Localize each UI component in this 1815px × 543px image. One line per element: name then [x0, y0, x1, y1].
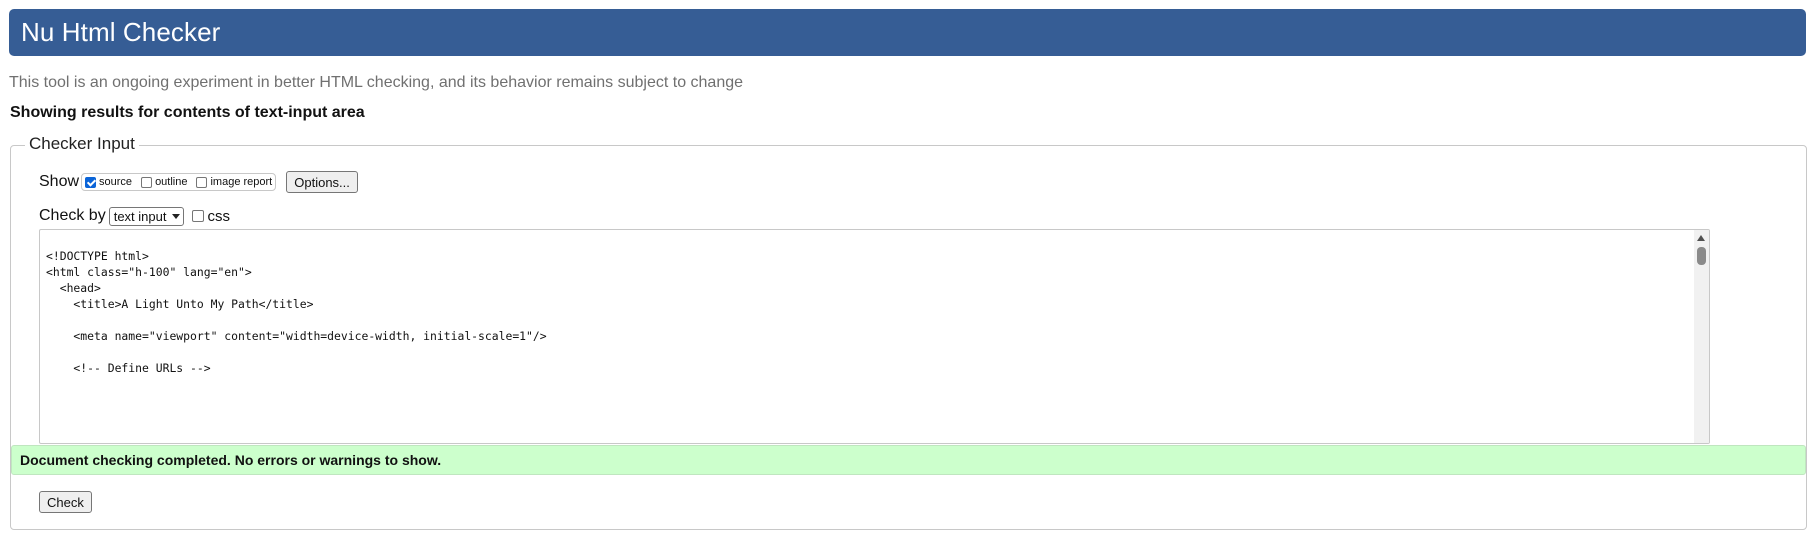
show-outline-option[interactable]: outline [141, 176, 187, 188]
tagline: This tool is an ongoing experiment in be… [9, 74, 744, 91]
results-heading: Showing results for contents of text-inp… [10, 104, 365, 121]
check-button[interactable]: Check [39, 491, 92, 513]
css-option[interactable]: css [192, 208, 230, 225]
show-options-group: source outline image report [81, 173, 277, 191]
show-label: Show [39, 173, 80, 190]
show-source-option[interactable]: source [85, 176, 132, 188]
status-message: Document checking completed. No errors o… [11, 445, 1806, 475]
textarea-scrollbar[interactable] [1694, 230, 1709, 443]
scroll-up-arrow-icon[interactable] [1697, 235, 1705, 241]
check-by-label: Check by [39, 207, 106, 224]
page-title: Nu Html Checker [21, 17, 221, 47]
page: Nu Html Checker This tool is an ongoing … [0, 0, 1815, 543]
source-code: <!DOCTYPE html> <html class="h-100" lang… [46, 249, 547, 375]
css-label: css [207, 207, 230, 225]
checker-input-legend: Checker Input [25, 134, 139, 154]
check-by-select[interactable]: text input [108, 206, 185, 226]
outline-label: outline [155, 176, 188, 188]
chevron-down-icon [172, 213, 181, 219]
options-button[interactable]: Options... [286, 171, 358, 193]
check-by-row: Check by text input css [39, 205, 230, 227]
css-checkbox[interactable] [192, 210, 205, 222]
image-report-checkbox[interactable] [196, 176, 208, 188]
scroll-thumb[interactable] [1697, 247, 1706, 265]
image-report-label: image report [210, 176, 273, 188]
check-by-selected-value: text input [113, 208, 167, 224]
source-label: source [99, 176, 133, 188]
source-textarea[interactable]: <!DOCTYPE html> <html class="h-100" lang… [39, 229, 1710, 444]
header-bar: Nu Html Checker [9, 9, 1806, 56]
show-row: Show source outline image report Options… [39, 171, 358, 193]
outline-checkbox[interactable] [141, 176, 153, 188]
show-image-report-option[interactable]: image report [196, 176, 272, 188]
source-checkbox[interactable] [85, 176, 97, 188]
